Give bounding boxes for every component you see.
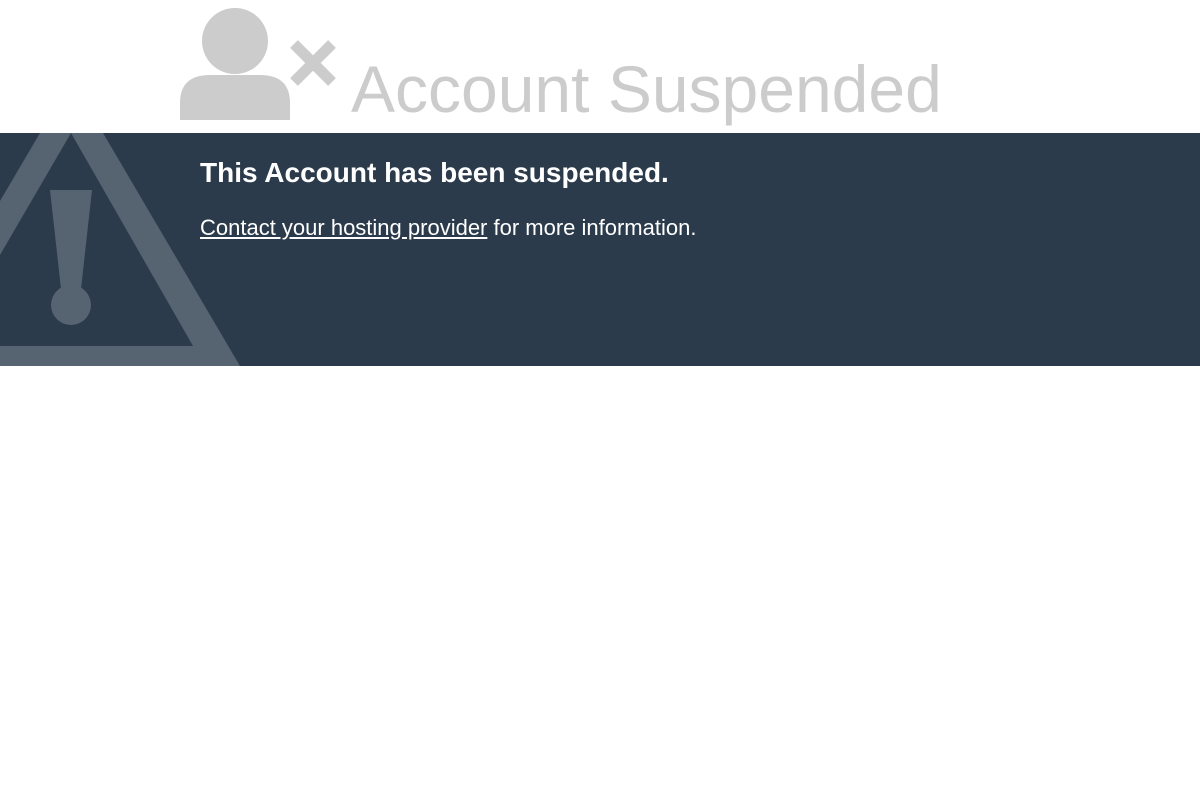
message-suffix: for more information. — [487, 215, 697, 240]
suspension-banner: This Account has been suspended. Contact… — [0, 133, 1200, 366]
user-suspended-icon — [180, 8, 336, 120]
suspension-heading: This Account has been suspended. — [200, 157, 669, 188]
suspension-message: Contact your hosting provider for more i… — [200, 214, 696, 242]
page-title: Account Suspended — [351, 52, 942, 126]
page-header: Account Suspended — [0, 0, 1200, 133]
contact-hosting-provider-link[interactable]: Contact your hosting provider — [200, 215, 487, 240]
